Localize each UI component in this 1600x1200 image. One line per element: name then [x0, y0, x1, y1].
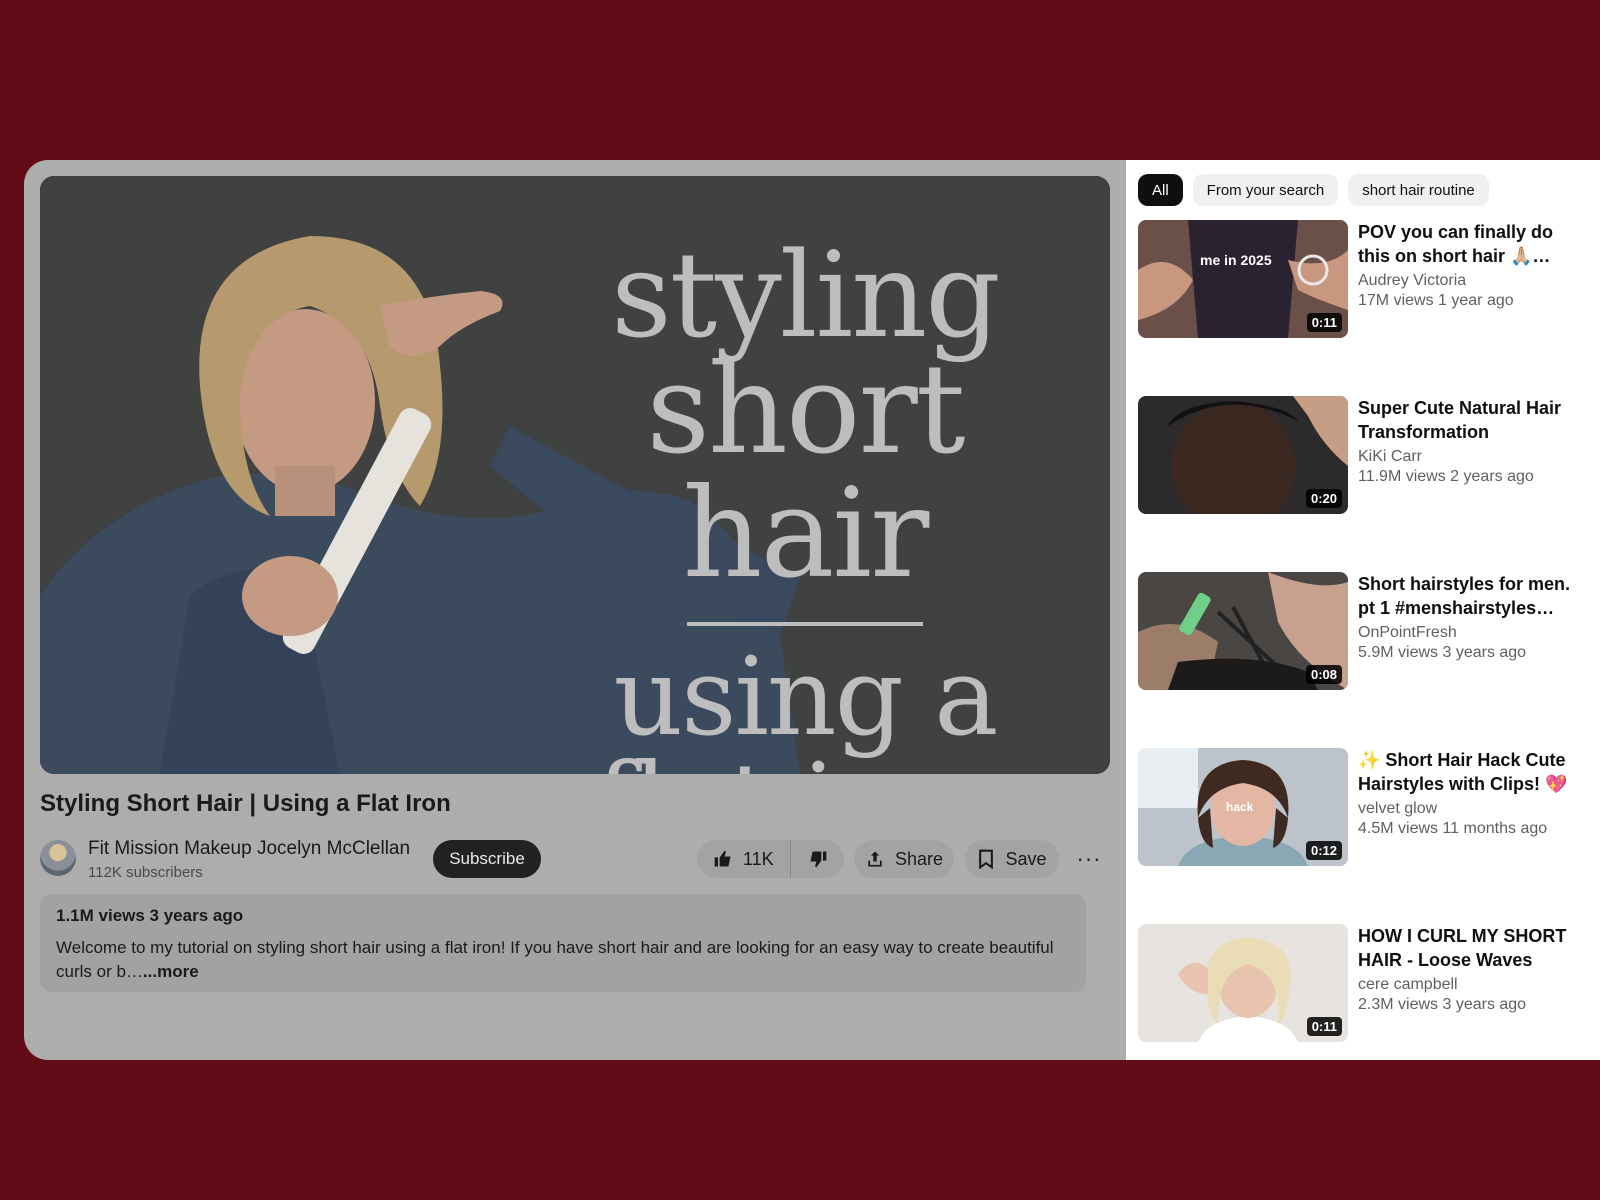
thumbnail-caption: hack	[1226, 800, 1254, 814]
channel-avatar[interactable]	[40, 840, 76, 876]
like-button[interactable]: 11K	[697, 840, 791, 878]
thumbs-up-icon	[714, 850, 731, 867]
recommended-video-meta: 17M views 1 year ago	[1358, 292, 1514, 309]
recommended-video-title[interactable]: Short hairstyles for men. pt 1 #menshair…	[1358, 572, 1590, 620]
thumbnail-divider	[687, 622, 923, 626]
recommended-video-title[interactable]: Super Cute Natural Hair Transformation	[1358, 396, 1590, 444]
recommended-video-title[interactable]: POV you can finally do this on short hai…	[1358, 220, 1590, 268]
thumbnail-line-4: flat iron	[510, 750, 1100, 775]
recommended-video-channel[interactable]: cere campbell	[1358, 976, 1590, 994]
main-column: styling short hair using a flat iron Sty…	[24, 160, 1126, 1060]
subscribe-button[interactable]: Subscribe	[433, 840, 541, 878]
recommended-video-meta: 4.5M views 11 months ago	[1358, 820, 1548, 837]
description-text: Welcome to my tutorial on styling short …	[56, 936, 1070, 984]
recommended-video-channel[interactable]: Audrey Victoria	[1358, 272, 1590, 290]
recommended-video[interactable]: hack 0:12 ✨ Short Hair Hack Cute Hairsty…	[1138, 748, 1588, 866]
video-thumbnail[interactable]: 0:11	[1138, 924, 1348, 1042]
recommended-video-info: Short hairstyles for men. pt 1 #menshair…	[1358, 572, 1590, 662]
recommended-video[interactable]: 0:11 HOW I CURL MY SHORT HAIR - Loose Wa…	[1138, 924, 1588, 1042]
filter-chips: All From your search short hair routine	[1138, 174, 1489, 206]
thumbnail-line-1: styling	[611, 226, 1001, 364]
thumbnail-title-overlay: styling short hair using a flat iron	[510, 236, 1100, 774]
description-box[interactable]: 1.1M views 3 years ago Welcome to my tut…	[40, 894, 1086, 992]
video-duration: 0:11	[1306, 313, 1342, 332]
recommendations-sidebar: All From your search short hair routine …	[1126, 160, 1600, 1060]
recommended-video-title[interactable]: HOW I CURL MY SHORT HAIR - Loose Waves	[1358, 924, 1590, 972]
description-more-link[interactable]: ...more	[143, 962, 199, 981]
thumbnail-line-2: short hair	[646, 338, 965, 606]
video-duration: 0:20	[1305, 489, 1342, 508]
video-duration: 0:12	[1305, 841, 1342, 860]
channel-name[interactable]: Fit Mission Makeup Jocelyn McClellan	[88, 838, 410, 860]
video-duration: 0:08	[1305, 665, 1342, 684]
like-dislike-group: 11K	[697, 840, 844, 878]
video-thumbnail[interactable]: 0:08	[1138, 572, 1348, 690]
video-duration: 0:11	[1306, 1017, 1342, 1036]
subscriber-count: 112K subscribers	[88, 864, 203, 881]
youtube-watch-page: styling short hair using a flat iron Sty…	[24, 160, 1600, 1060]
recommended-video[interactable]: 0:20 Super Cute Natural Hair Transformat…	[1138, 396, 1588, 514]
thumbnail-line-3: using a	[613, 635, 999, 760]
share-label: Share	[894, 848, 944, 869]
description-snippet: Welcome to my tutorial on styling short …	[56, 938, 1054, 981]
chip-short-hair-routine[interactable]: short hair routine	[1348, 174, 1489, 206]
recommended-video-info: HOW I CURL MY SHORT HAIR - Loose Waves c…	[1358, 924, 1590, 1014]
recommended-video[interactable]: 0:08 Short hairstyles for men. pt 1 #men…	[1138, 572, 1588, 690]
chip-all[interactable]: All	[1138, 174, 1183, 206]
video-player[interactable]: styling short hair using a flat iron	[40, 176, 1110, 774]
chip-from-your-search[interactable]: From your search	[1192, 174, 1339, 206]
like-count: 11K	[743, 848, 774, 869]
recommended-video-info: ✨ Short Hair Hack Cute Hairstyles with C…	[1358, 748, 1590, 838]
recommended-video-meta: 5.9M views 3 years ago	[1358, 644, 1527, 661]
recommended-video-meta: 11.9M views 2 years ago	[1358, 468, 1534, 485]
recommended-video-info: POV you can finally do this on short hai…	[1358, 220, 1590, 310]
thumbs-down-icon	[810, 851, 826, 868]
video-thumbnail[interactable]: 0:20	[1138, 396, 1348, 514]
bookmark-icon	[979, 849, 994, 869]
more-horizontal-icon[interactable]: ···	[1070, 840, 1108, 878]
save-label: Save	[1005, 848, 1047, 869]
share-button[interactable]: Share	[854, 840, 954, 878]
recommended-video[interactable]: me in 2025 0:11 POV you can finally do t…	[1138, 220, 1588, 338]
channel-row: Fit Mission Makeup Jocelyn McClellan 112…	[40, 836, 1110, 882]
recommended-video-meta: 2.3M views 3 years ago	[1358, 996, 1527, 1013]
video-thumbnail[interactable]: hack 0:12	[1138, 748, 1348, 866]
recommended-video-channel[interactable]: KiKi Carr	[1358, 448, 1590, 466]
save-button[interactable]: Save	[965, 840, 1059, 878]
share-icon	[868, 851, 882, 867]
view-count-date: 1.1M views 3 years ago	[56, 906, 244, 925]
thumbnail-caption: me in 2025	[1200, 252, 1272, 268]
video-title: Styling Short Hair | Using a Flat Iron	[40, 790, 451, 817]
video-thumbnail[interactable]: me in 2025 0:11	[1138, 220, 1348, 338]
recommended-video-title[interactable]: ✨ Short Hair Hack Cute Hairstyles with C…	[1358, 748, 1590, 796]
recommended-video-info: Super Cute Natural Hair Transformation K…	[1358, 396, 1590, 486]
recommended-video-channel[interactable]: velvet glow	[1358, 800, 1590, 818]
recommended-video-channel[interactable]: OnPointFresh	[1358, 624, 1590, 642]
dislike-button[interactable]	[791, 840, 844, 878]
